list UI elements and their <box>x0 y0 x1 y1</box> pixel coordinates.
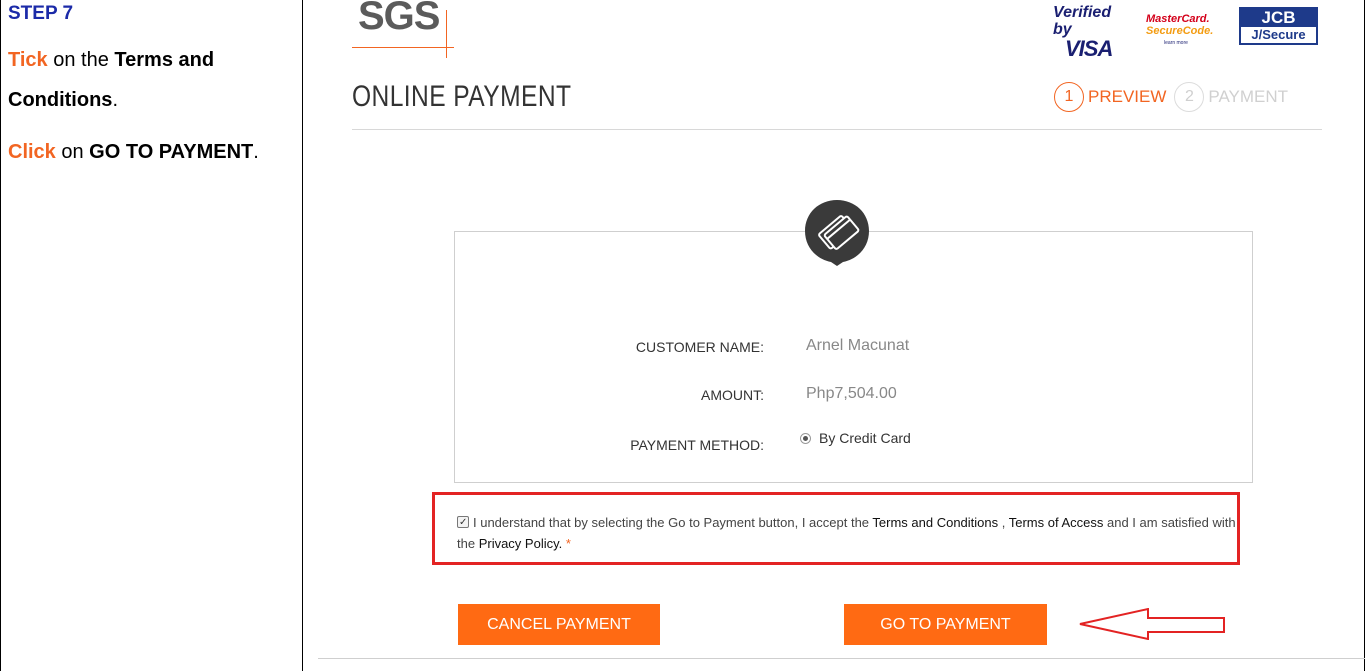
amount-label: AMOUNT: <box>701 387 764 403</box>
instruction-tick-action: Tick <box>8 49 48 71</box>
instruction-period: . <box>112 89 118 111</box>
privacy-policy-link[interactable]: Privacy Policy. <box>479 536 563 551</box>
visa-text: VISA <box>1065 36 1113 61</box>
page-title: ONLINE PAYMENT <box>352 80 572 113</box>
pointer-arrow-icon <box>1079 608 1225 640</box>
securecode-text: SecureCode. <box>1146 25 1214 37</box>
table-border-right <box>1364 0 1365 671</box>
logo-line-vertical <box>446 10 447 58</box>
instruction-go-bold: GO TO PAYMENT <box>89 141 254 163</box>
credit-card-radio-label: By Credit Card <box>819 430 911 446</box>
customer-name-value: Arnel Macunat <box>806 337 910 354</box>
verified-by-text: Verified by <box>1053 4 1112 38</box>
step-2-circle: 2 <box>1174 82 1205 112</box>
sgs-logo: SGS <box>352 0 454 58</box>
go-to-payment-button[interactable]: GO TO PAYMENT <box>844 604 1047 645</box>
instruction-tick: Tick on the Terms and Conditions. <box>8 40 298 120</box>
table-column-divider <box>302 0 303 671</box>
mastercard-securecode-badge: MasterCard. SecureCode. learn more <box>1146 13 1216 47</box>
payment-method-label: PAYMENT METHOD: <box>630 437 764 453</box>
progress-steps: 1 PREVIEW 2 PAYMENT <box>1054 80 1288 114</box>
step-title: STEP 7 <box>8 3 74 24</box>
jsecure-text: J/Secure <box>1251 27 1306 42</box>
credit-card-icon <box>805 200 869 266</box>
radio-selected-dot <box>803 435 808 441</box>
customer-name-label: CUSTOMER NAME: <box>635 339 764 355</box>
amount-value: Php7,504.00 <box>806 385 897 402</box>
instruction-click: Click on GO TO PAYMENT. <box>8 132 298 172</box>
instruction-text: on <box>55 141 90 163</box>
learn-more-link[interactable]: learn more <box>1164 37 1216 49</box>
sgs-logo-text: SGS <box>358 0 440 38</box>
terms-text: I understand that by selecting the Go to… <box>473 515 873 530</box>
instruction-text: on the <box>47 49 115 71</box>
verified-by-visa-badge: Verified by VISA <box>1053 4 1133 60</box>
terms-text: , <box>998 515 1009 530</box>
step-payment-label: PAYMENT <box>1208 87 1289 106</box>
cancel-payment-button[interactable]: CANCEL PAYMENT <box>458 604 660 645</box>
jcb-jsecure-badge: JCB J/Secure <box>1239 7 1318 45</box>
table-border-left <box>0 0 1 671</box>
instruction-period: . <box>253 141 259 163</box>
terms-and-conditions-link[interactable]: Terms and Conditions <box>872 515 998 530</box>
jcb-text: JCB <box>1241 9 1316 27</box>
step-1-circle: 1 <box>1054 82 1084 112</box>
footer-divider <box>318 658 1365 659</box>
terms-of-access-link[interactable]: Terms of Access <box>1009 515 1104 530</box>
credit-card-radio[interactable] <box>800 432 811 444</box>
instruction-column: STEP 7 Tick on the Terms and Conditions.… <box>8 0 298 172</box>
terms-agreement: I understand that by selecting the Go to… <box>457 512 1237 554</box>
terms-checkbox[interactable] <box>457 512 469 533</box>
step-preview-label: PREVIEW <box>1088 87 1167 106</box>
logo-line-horizontal <box>352 47 454 48</box>
header-divider <box>352 129 1322 130</box>
instruction-click-action: Click <box>8 141 56 163</box>
payment-method-option[interactable]: By Credit Card <box>800 430 911 446</box>
required-asterisk: * <box>562 536 571 551</box>
mastercard-text: MasterCard. <box>1146 13 1210 25</box>
